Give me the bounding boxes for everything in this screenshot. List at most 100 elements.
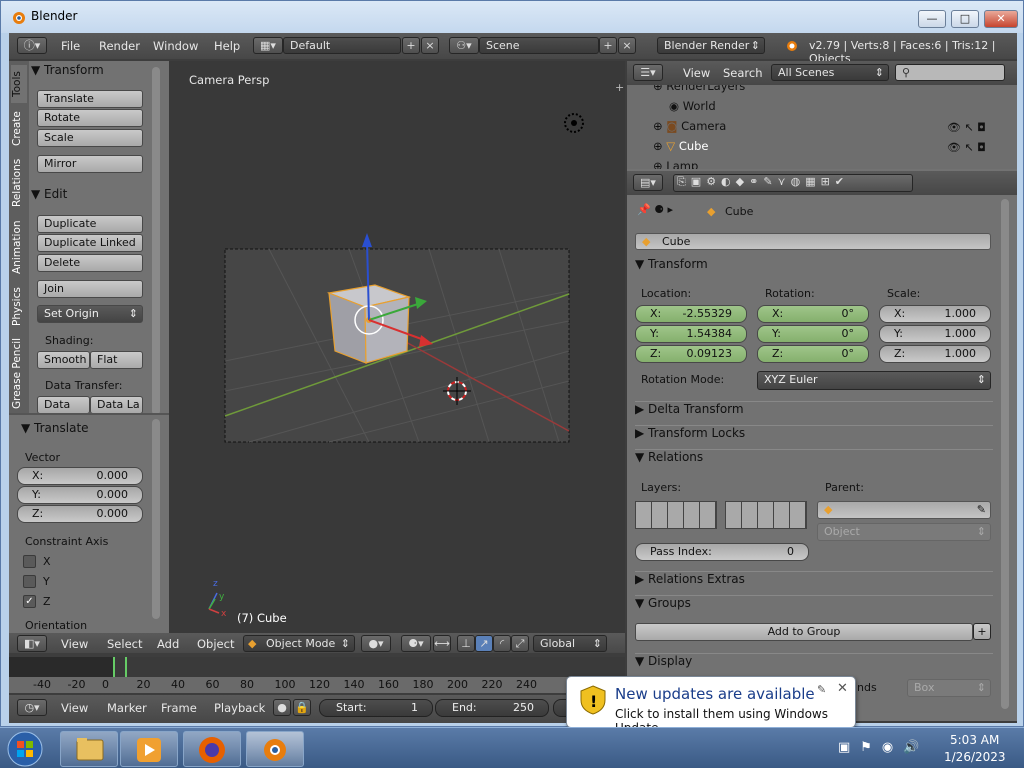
outliner-item-world[interactable]: ◉ World [669,99,1017,119]
add-group-plus-button[interactable]: + [973,623,991,640]
tab-tools[interactable]: Tools [11,65,27,103]
transform-section-header[interactable]: ▼ Transform [635,257,993,277]
menu-view[interactable]: View [61,637,88,651]
data-layout-button[interactable]: Data La [90,396,143,414]
delete-button[interactable]: Delete [37,254,143,272]
layers-grid-left[interactable] [635,501,717,529]
tab-physics[interactable]: Physics [11,283,27,331]
relations-header[interactable]: ▼ Relations [635,449,993,469]
vector-y-field[interactable]: Y: 0.000 [17,486,143,504]
outliner-search-input[interactable]: ⚲ [895,64,1005,81]
3d-viewport[interactable]: Camera Persp + z y x (7) Cube [169,61,625,633]
menu-object[interactable]: Object [197,637,234,651]
groups-header[interactable]: ▼ Groups [635,595,993,615]
rotation-z-field[interactable]: Z: 0° [757,345,869,363]
constraint-y-checkbox[interactable] [23,575,36,588]
operator-header[interactable]: ▼ Translate [21,421,89,435]
rotation-x-field[interactable]: X: 0° [757,305,869,323]
location-z-field[interactable]: Z: 0.09123 [635,345,747,363]
menu-render[interactable]: Render [99,39,140,53]
taskbar-firefox-button[interactable] [183,731,241,767]
remove-scene-button[interactable]: × [618,37,636,54]
smooth-button[interactable]: Smooth [37,351,90,369]
editor-type-timeline-button[interactable]: ◷▾ [17,699,47,716]
pin-icon[interactable]: 📌 ⚈ ▸ [637,203,673,216]
start-button-icon[interactable] [6,730,44,768]
duplicate-linked-button[interactable]: Duplicate Linked [37,234,143,252]
properties-scrollbar[interactable] [1001,199,1009,709]
parent-type-select[interactable]: Object ⇕ [817,523,991,541]
bounds-type-select[interactable]: Box ⇕ [907,679,991,697]
display-header[interactable]: ▼ Display [635,653,993,673]
relations-extras-header[interactable]: ▶ Relations Extras [635,571,993,591]
tab-relations[interactable]: Relations [11,155,27,211]
scale-y-field[interactable]: Y: 1.000 [879,325,991,343]
minimize-button[interactable]: — [918,10,946,28]
manipulator-toggle-button[interactable]: ⟷ [433,635,451,652]
translate-manipulator-button[interactable]: ↗ [475,635,493,652]
timeline-track[interactable] [9,657,625,677]
object-name-field[interactable]: ◆ Cube [635,233,991,250]
update-notification[interactable]: ! New updates are available Click to ins… [566,676,856,735]
scale-x-field[interactable]: X: 1.000 [879,305,991,323]
visibility-eye-icon[interactable]: 👁 ↖ ◘ [947,141,986,154]
data-button[interactable]: Data [37,396,90,414]
end-frame-field[interactable]: End: 250 [435,699,549,717]
eyedropper-icon[interactable]: ✎ [977,502,986,517]
outliner-filter-select[interactable]: All Scenes ⇕ [771,64,889,81]
set-origin-select[interactable]: Set Origin ⇕ [37,305,143,323]
editor-type-outliner-button[interactable]: ☰▾ [633,64,663,81]
outliner-view-menu[interactable]: View [683,66,710,80]
menu-add[interactable]: Add [157,637,179,651]
transform-panel-header[interactable]: ▼ Transform [31,63,161,77]
transform-locks-header[interactable]: ▶ Transform Locks [635,425,993,445]
rotate-button[interactable]: Rotate [37,109,143,127]
delta-transform-header[interactable]: ▶ Delta Transform [635,401,993,421]
menu-marker[interactable]: Marker [107,701,147,715]
translate-button[interactable]: Translate [37,90,143,108]
vector-x-field[interactable]: X: 0.000 [17,467,143,485]
add-to-group-button[interactable]: Add to Group [635,623,973,641]
taskbar-blender-button[interactable] [246,731,304,767]
mirror-button[interactable]: Mirror [37,155,143,173]
outliner-search-menu[interactable]: Search [723,66,763,80]
clock-time[interactable]: 5:03 AM [950,733,999,747]
tab-create[interactable]: Create [11,107,27,151]
constraint-x-checkbox[interactable] [23,555,36,568]
clock-date[interactable]: 1/26/2023 [944,750,1006,764]
manipulator-axis-icon[interactable]: ⊥ [457,635,475,652]
location-x-field[interactable]: X: -2.55329 [635,305,747,323]
flat-button[interactable]: Flat [90,351,143,369]
location-y-field[interactable]: Y: 1.54384 [635,325,747,343]
transform-orientation-select[interactable]: Global ⇕ [533,635,607,652]
rotation-mode-select[interactable]: XYZ Euler ⇕ [757,371,991,390]
add-scene-button[interactable]: + [599,37,617,54]
menu-frame[interactable]: Frame [161,701,197,715]
scale-button[interactable]: Scale [37,129,143,147]
rotate-manipulator-button[interactable]: ◜ [493,635,511,652]
visibility-eye-icon[interactable]: 👁 ↖ ◘ [947,121,986,134]
parent-field[interactable]: ◆ ✎ [817,501,991,519]
outliner-item-lamp[interactable]: ⊕ Lamp [653,159,1017,169]
tab-grease-pencil[interactable]: Grease Pencil [11,335,27,411]
scene-field[interactable]: Scene [479,37,599,54]
maximize-button[interactable]: □ [951,10,979,28]
viewport-shading-button[interactable]: ●▾ [361,635,391,652]
join-button[interactable]: Join [37,280,143,298]
pass-index-field[interactable]: Pass Index: 0 [635,543,809,561]
editor-type-3d-button[interactable]: ◧▾ [17,635,47,652]
notification-close-icon[interactable]: ✕ [837,681,848,696]
edit-panel-header[interactable]: ▼ Edit [31,187,161,201]
taskbar-explorer-button[interactable] [60,731,118,767]
record-button[interactable]: ● [273,699,291,716]
scene-icon[interactable]: ⚇▾ [449,37,479,54]
interaction-mode-select[interactable]: ◆ Object Mode ⇕ [243,635,355,652]
operator-scrollbar[interactable] [152,419,160,619]
taskbar-media-button[interactable] [120,731,178,767]
rotation-y-field[interactable]: Y: 0° [757,325,869,343]
screen-layout-field[interactable]: Default [283,37,401,54]
notification-options-icon[interactable]: ✎ [817,683,826,696]
tab-animation[interactable]: Animation [11,215,27,279]
timeline-ruler[interactable]: -40 -20 0 20 40 60 80 100 120 140 160 180 200 220 240 [9,677,625,693]
editor-type-info-button[interactable]: ⓘ▾ [17,37,47,54]
